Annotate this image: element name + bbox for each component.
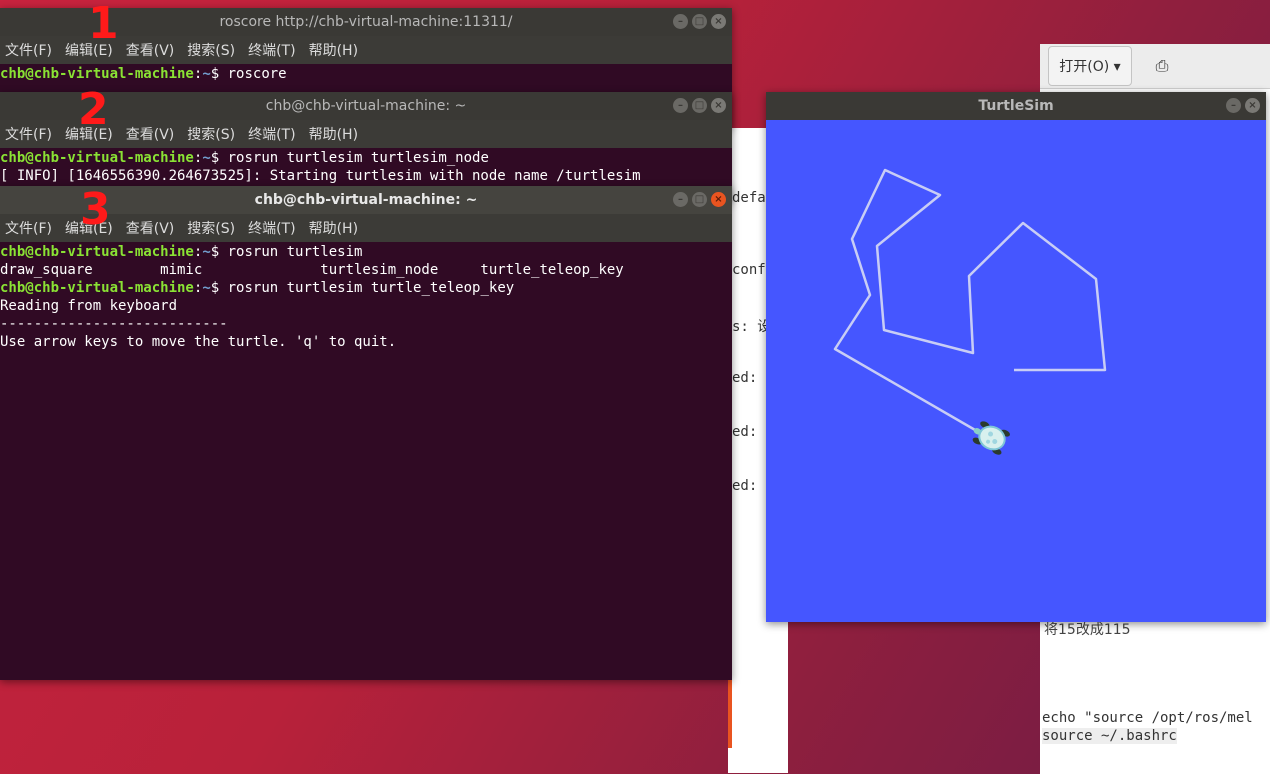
teleop-terminal-window[interactable]: chb@chb-virtual-machine: ~ – □ × 文件(F) 编… (0, 186, 732, 680)
output-line: Use arrow keys to move the turtle. 'q' t… (0, 334, 397, 350)
menu-search[interactable]: 搜索(S) (187, 40, 235, 60)
completion-list: draw_square mimic turtlesim_node turtle_… (0, 262, 624, 278)
turtle-icon (972, 421, 1010, 455)
output-line: Reading from keyboard (0, 298, 178, 314)
info-log-line: [ INFO] [1646556390.264673525]: Starting… (0, 168, 641, 184)
window-title: chb@chb-virtual-machine: ~ (254, 192, 478, 208)
command-line: $ roscore (210, 66, 287, 82)
terminal-output[interactable]: chb@chb-virtual-machine:~$ rosrun turtle… (0, 148, 732, 185)
menu-bar: 文件(F) 编辑(E) 查看(V) 搜索(S) 终端(T) 帮助(H) (0, 120, 732, 148)
menu-file[interactable]: 文件(F) (5, 124, 52, 144)
prompt-path: ~ (202, 280, 211, 296)
editor-code-line-1: echo "source /opt/ros/mel (1042, 710, 1253, 726)
menu-terminal[interactable]: 终端(T) (248, 40, 295, 60)
window-title: roscore http://chb-virtual-machine:11311… (219, 14, 513, 30)
annotation-number-1: 1 (88, 0, 119, 49)
window-titlebar[interactable]: chb@chb-virtual-machine: ~ – □ × (0, 92, 732, 120)
editor-toolbar: 打开(O) ▾ ⎙ (1040, 44, 1270, 89)
maximize-icon[interactable]: □ (692, 192, 707, 207)
command-line: $ rosrun turtlesim turtlesim_node (210, 150, 489, 166)
prompt-user: chb@chb-virtual-machine (0, 280, 194, 296)
menu-terminal[interactable]: 终端(T) (248, 124, 295, 144)
doc-fragment: ed: (732, 370, 758, 386)
menu-terminal[interactable]: 终端(T) (248, 218, 295, 238)
menu-help[interactable]: 帮助(H) (309, 124, 358, 144)
turtle-path (833, 168, 1107, 440)
menu-help[interactable]: 帮助(H) (309, 218, 358, 238)
doc-fragment: ed: (732, 424, 758, 440)
window-title: chb@chb-virtual-machine: ~ (265, 98, 467, 114)
menu-view[interactable]: 查看(V) (126, 40, 175, 60)
doc-fragment: conf (732, 262, 766, 278)
command-line: $ rosrun turtlesim turtle_teleop_key (210, 280, 515, 296)
doc-fragment: ed: (732, 478, 758, 494)
prompt-user: chb@chb-virtual-machine (0, 150, 194, 166)
open-button[interactable]: 打开(O) ▾ (1048, 46, 1132, 86)
menu-help[interactable]: 帮助(H) (309, 40, 358, 60)
minimize-icon[interactable]: – (673, 98, 688, 113)
terminal-output[interactable]: chb@chb-virtual-machine:~$ roscore (0, 64, 732, 83)
terminal-output[interactable]: chb@chb-virtual-machine:~$ rosrun turtle… (0, 242, 732, 351)
prompt-user: chb@chb-virtual-machine (0, 244, 194, 260)
prompt-user: chb@chb-virtual-machine (0, 66, 194, 82)
prompt-path: ~ (202, 150, 211, 166)
open-button-label: 打开(O) (1059, 59, 1110, 75)
menu-view[interactable]: 查看(V) (126, 124, 175, 144)
menu-view[interactable]: 查看(V) (126, 218, 175, 238)
minimize-icon[interactable]: – (673, 192, 688, 207)
turtlesim-canvas (833, 168, 1107, 455)
window-titlebar[interactable]: TurtleSim – × (766, 92, 1266, 120)
editor-note-text: 将15改成115 (1044, 622, 1131, 638)
output-separator: --------------------------- (0, 316, 228, 332)
prompt-path: ~ (202, 244, 211, 260)
document-save-icon[interactable]: ⎙ (1144, 46, 1180, 86)
window-title: TurtleSim (978, 98, 1054, 114)
close-icon[interactable]: × (711, 14, 726, 29)
menu-file[interactable]: 文件(F) (5, 218, 52, 238)
command-line: $ rosrun turtlesim (210, 244, 363, 260)
close-icon[interactable]: × (1245, 98, 1260, 113)
doc-fragment: defa (732, 190, 766, 206)
annotation-number-3: 3 (80, 184, 111, 235)
editor-code-line-2: source ~/.bashrc (1042, 728, 1177, 744)
menu-search[interactable]: 搜索(S) (187, 218, 235, 238)
maximize-icon[interactable]: □ (692, 98, 707, 113)
maximize-icon[interactable]: □ (692, 14, 707, 29)
prompt-path: ~ (202, 66, 211, 82)
turtlesim-window[interactable]: TurtleSim – × (766, 92, 1266, 622)
minimize-icon[interactable]: – (673, 14, 688, 29)
close-icon[interactable]: × (711, 192, 726, 207)
annotation-number-2: 2 (78, 84, 109, 135)
menu-search[interactable]: 搜索(S) (187, 124, 235, 144)
close-icon[interactable]: × (711, 98, 726, 113)
menu-file[interactable]: 文件(F) (5, 40, 52, 60)
minimize-icon[interactable]: – (1226, 98, 1241, 113)
